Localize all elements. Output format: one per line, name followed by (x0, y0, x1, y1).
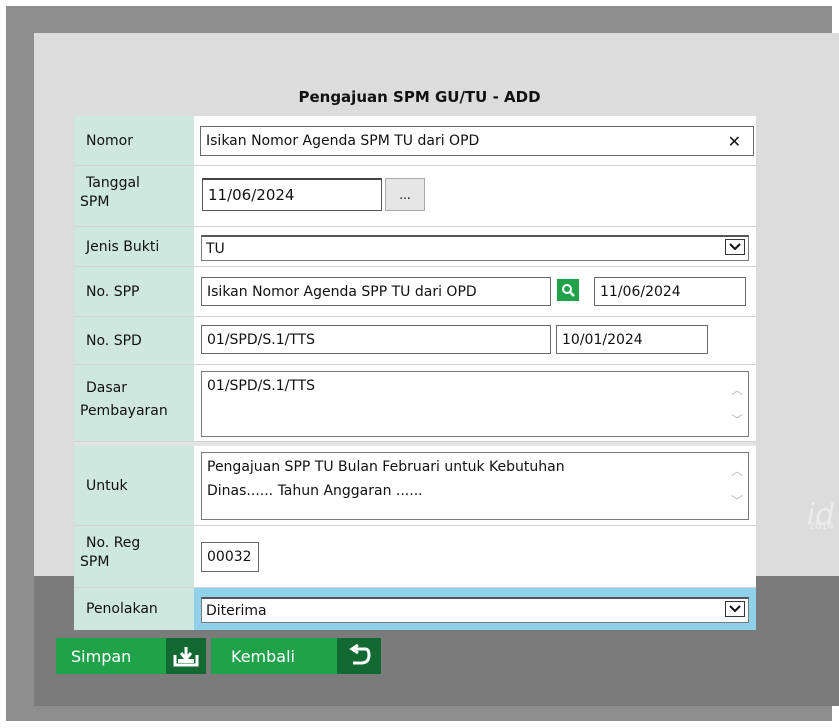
no-spd-date-input[interactable]: 10/01/2024 (556, 325, 708, 354)
scroll-down-icon[interactable]: ﹀ (730, 489, 744, 513)
save-button[interactable]: Simpan (56, 638, 206, 674)
label-nomor-text: Nomor (86, 132, 133, 149)
label-no-spd: No. SPD (74, 317, 194, 364)
jenis-bukti-select[interactable]: TU (201, 235, 749, 261)
no-spd-input[interactable]: 01/SPD/S.1/TTS (201, 325, 551, 354)
jenis-bukti-selected: TU (206, 240, 225, 257)
row-penolakan: Penolakan Diterima (74, 588, 756, 630)
date-picker-button[interactable]: ... (385, 178, 425, 211)
label-penolakan: Penolakan (74, 588, 194, 630)
scroll-up-icon[interactable]: ︿ (730, 378, 744, 402)
untuk-line2: Dinas...... Tahun Anggaran ...... (207, 483, 423, 499)
row-no-spd: No. SPD 01/SPD/S.1/TTS 10/01/2024 (74, 317, 756, 365)
penolakan-selected: Diterima (206, 602, 267, 619)
untuk-textarea[interactable]: Pengajuan SPP TU Bulan Februari untuk Ke… (201, 452, 749, 520)
label-jenis-bukti-text: Jenis Bukti (86, 238, 160, 255)
dasar-pembayaran-value: 01/SPD/S.1/TTS (207, 378, 316, 394)
label-no-reg-line1: No. Reg (86, 535, 141, 551)
no-spp-input[interactable]: Isikan Nomor Agenda SPP TU dari OPD (201, 277, 551, 306)
penolakan-highlight: Diterima (194, 588, 756, 630)
nomor-input[interactable]: Isikan Nomor Agenda SPM TU dari OPD ✕ (200, 126, 754, 156)
untuk-line1: Pengajuan SPP TU Bulan Februari untuk Ke… (207, 459, 565, 475)
form-title: Pengajuan SPM GU/TU - ADD (298, 88, 541, 106)
row-dasar-pembayaran: Dasar Pembayaran 01/SPD/S.1/TTS ︿ ﹀ (74, 365, 756, 442)
row-no-reg-spm: No. Reg SPM 00032 (74, 526, 756, 588)
row-untuk: Untuk Pengajuan SPP TU Bulan Februari un… (74, 442, 756, 526)
back-button[interactable]: Kembali (211, 638, 381, 674)
label-untuk-text: Untuk (86, 477, 128, 494)
label-penolakan-text: Penolakan (86, 601, 158, 617)
dasar-pembayaran-textarea[interactable]: 01/SPD/S.1/TTS ︿ ﹀ (201, 371, 749, 437)
save-button-label: Simpan (71, 646, 132, 666)
search-icon[interactable] (557, 279, 579, 301)
row-jenis-bukti: Jenis Bukti TU (74, 227, 756, 267)
no-spd-date-value: 10/01/2024 (562, 331, 643, 348)
save-icon (166, 638, 206, 674)
chevron-down-icon[interactable] (725, 601, 745, 617)
back-button-label: Kembali (231, 646, 295, 666)
no-spp-date-value: 11/06/2024 (600, 283, 681, 300)
label-jenis-bukti: Jenis Bukti (74, 227, 194, 266)
row-nomor: Nomor Isikan Nomor Agenda SPM TU dari OP… (74, 116, 756, 166)
label-tanggal-line2: SPM (80, 194, 110, 210)
scroll-down-icon[interactable]: ﹀ (730, 408, 744, 432)
nomor-input-value: Isikan Nomor Agenda SPM TU dari OPD (206, 133, 480, 149)
label-no-reg-line2: SPM (80, 554, 110, 570)
no-spp-date-input[interactable]: 11/06/2024 (594, 277, 746, 306)
label-dasar-line1: Dasar (86, 380, 127, 396)
penolakan-select[interactable]: Diterima (201, 597, 749, 623)
label-dasar-line2: Pembayaran (80, 403, 168, 419)
tanggal-spm-value: 11/06/2024 (208, 186, 295, 204)
tanggal-spm-input[interactable]: 11/06/2024 (202, 178, 382, 211)
no-spd-value: 01/SPD/S.1/TTS (207, 331, 316, 348)
no-reg-spm-value: 00032 (207, 549, 252, 565)
label-no-spp: No. SPP (74, 267, 194, 316)
label-no-reg-spm: No. Reg SPM (74, 526, 194, 587)
watermark-year: 2014 (808, 521, 834, 532)
undo-icon (337, 638, 381, 674)
row-tanggal-spm: Tanggal SPM 11/06/2024 ... (74, 166, 756, 227)
no-reg-spm-input[interactable]: 00032 (201, 542, 259, 572)
label-untuk: Untuk (74, 446, 194, 525)
clear-icon[interactable]: ✕ (728, 132, 741, 151)
label-no-spd-text: No. SPD (86, 332, 142, 349)
label-no-spp-text: No. SPP (86, 283, 140, 300)
label-nomor: Nomor (74, 116, 194, 165)
label-tanggal-line1: Tanggal (86, 175, 140, 191)
label-tanggal-spm: Tanggal SPM (74, 166, 194, 226)
row-no-spp: No. SPP Isikan Nomor Agenda SPP TU dari … (74, 267, 756, 317)
label-dasar-pembayaran: Dasar Pembayaran (74, 365, 194, 441)
chevron-down-icon[interactable] (725, 239, 745, 255)
scroll-up-icon[interactable]: ︿ (730, 459, 744, 483)
spm-form: Nomor Isikan Nomor Agenda SPM TU dari OP… (74, 116, 756, 630)
no-spp-value: Isikan Nomor Agenda SPP TU dari OPD (207, 283, 477, 300)
